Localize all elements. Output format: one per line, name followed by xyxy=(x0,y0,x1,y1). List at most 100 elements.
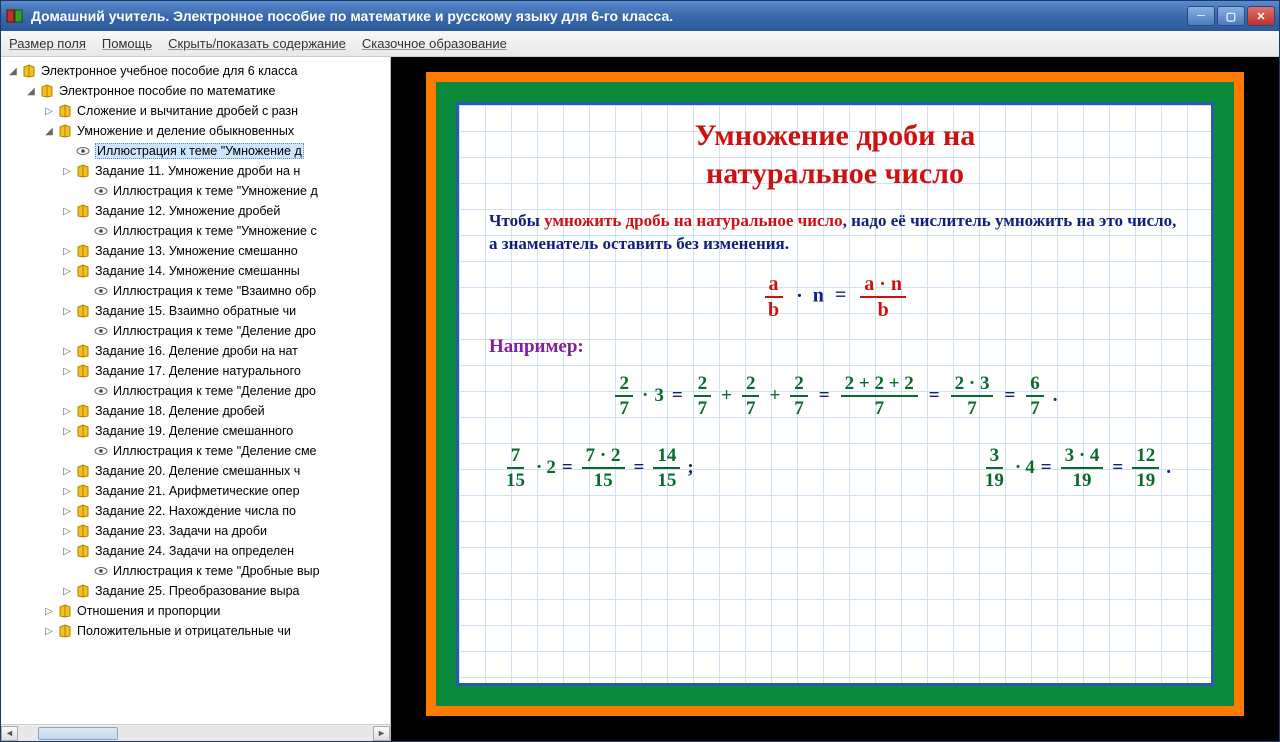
toc-h-scrollbar[interactable]: ◄ ► xyxy=(1,724,390,741)
book-icon xyxy=(75,303,91,319)
tree-item[interactable]: ▷Задание 20. Деление смешанных ч xyxy=(5,461,390,481)
expand-icon[interactable]: ▷ xyxy=(61,366,73,377)
expand-icon[interactable]: ▷ xyxy=(61,526,73,537)
book-icon xyxy=(21,63,37,79)
tree-item-label: Задание 15. Взаимно обратные чи xyxy=(95,304,296,318)
tree-item[interactable]: ▷ Задание 24. Задачи на определен xyxy=(5,541,390,561)
book-icon xyxy=(57,123,73,139)
expand-icon[interactable]: ▷ xyxy=(61,466,73,477)
tree-item[interactable]: ▷Задание 12. Умножение дробей xyxy=(5,201,390,221)
tree-item[interactable]: ▷Задание 13. Умножение смешанно xyxy=(5,241,390,261)
tree-item[interactable]: ▷ Задание 16. Деление дроби на нат xyxy=(5,341,390,361)
tree-item-label: Иллюстрация к теме "Деление сме xyxy=(113,444,317,458)
tree-item[interactable]: Иллюстрация к теме "Деление дро xyxy=(5,321,390,341)
expand-icon[interactable]: ▷ xyxy=(61,546,73,557)
scroll-right-button[interactable]: ► xyxy=(373,726,390,741)
example-label: Например: xyxy=(489,336,1181,358)
book-icon xyxy=(57,103,73,119)
book-icon xyxy=(75,423,91,439)
illustration-icon xyxy=(75,143,91,159)
tree-item-label: Задание 22. Нахождение числа по xyxy=(95,504,296,518)
tree-item[interactable]: Иллюстрация к теме "Деление сме xyxy=(5,441,390,461)
tree-item-label: Задание 17. Деление натурального xyxy=(95,364,301,378)
expand-icon[interactable]: ▷ xyxy=(61,406,73,417)
book-icon xyxy=(75,403,91,419)
illustration-icon xyxy=(93,283,109,299)
toc-panel: ◢Электронное учебное пособие для 6 класс… xyxy=(1,57,391,741)
tree-item[interactable]: Иллюстрация к теме "Деление дро xyxy=(5,381,390,401)
collapse-icon[interactable]: ◢ xyxy=(25,86,37,97)
expand-icon[interactable]: ▷ xyxy=(61,206,73,217)
scroll-track[interactable] xyxy=(18,726,373,741)
tree-item[interactable]: ▷Сложение и вычитание дробей с разн xyxy=(5,101,390,121)
tree-item-label: Отношения и пропорции xyxy=(77,604,220,618)
menu-toggle-toc[interactable]: Скрыть/показать содержание xyxy=(168,36,346,51)
window-controls: ─ ▢ ✕ xyxy=(1187,6,1275,26)
rule-highlight: умножить дробь на натуральное число xyxy=(544,211,842,230)
tree-item-label: Задание 21. Арифметические опер xyxy=(95,484,300,498)
minimize-button[interactable]: ─ xyxy=(1187,6,1215,26)
tree-item[interactable]: Иллюстрация к теме "Умножение д xyxy=(5,181,390,201)
tree-item[interactable]: ▷ Задание 22. Нахождение числа по xyxy=(5,501,390,521)
book-icon xyxy=(75,363,91,379)
tree-item[interactable]: ▷ Задание 15. Взаимно обратные чи xyxy=(5,301,390,321)
tree-item-label: Задание 16. Деление дроби на нат xyxy=(95,344,298,358)
menu-help[interactable]: Помощь xyxy=(102,36,152,51)
tree-item-label: Иллюстрация к теме "Деление дро xyxy=(113,324,316,338)
close-button[interactable]: ✕ xyxy=(1247,6,1275,26)
tree-item[interactable]: ▷Задание 23. Задачи на дроби xyxy=(5,521,390,541)
tree-item-label: Задание 24. Задачи на определен xyxy=(95,544,294,558)
tree-item[interactable]: ▷Задание 19. Деление смешанного xyxy=(5,421,390,441)
illustration-icon xyxy=(93,563,109,579)
expand-icon[interactable]: ▷ xyxy=(43,106,55,117)
scroll-thumb[interactable] xyxy=(38,727,118,740)
tree-item[interactable]: ▷ Отношения и пропорции xyxy=(5,601,390,621)
expand-icon[interactable]: ▷ xyxy=(61,306,73,317)
tree-item[interactable]: ▷ Задание 17. Деление натурального xyxy=(5,361,390,381)
tree-item[interactable]: ▷Задание 18. Деление дробей xyxy=(5,401,390,421)
expand-icon[interactable]: ▷ xyxy=(61,506,73,517)
tree-item[interactable]: Иллюстрация к теме "Взаимно обр xyxy=(5,281,390,301)
tree-item[interactable]: Иллюстрация к теме "Дробные выр xyxy=(5,561,390,581)
illustration-icon xyxy=(93,383,109,399)
tree-item[interactable]: Иллюстрация к теме "Умножение д xyxy=(5,141,390,161)
illustration-icon xyxy=(93,183,109,199)
tree-item[interactable]: ◢Умножение и деление обыкновенных xyxy=(5,121,390,141)
expand-icon[interactable]: ▷ xyxy=(61,586,73,597)
collapse-icon[interactable]: ◢ xyxy=(43,126,55,137)
expand-icon[interactable]: ▷ xyxy=(43,626,55,637)
collapse-icon[interactable]: ◢ xyxy=(7,66,19,77)
expand-icon[interactable]: ▷ xyxy=(61,266,73,277)
tree-item[interactable]: ◢Электронное пособие по математике xyxy=(5,81,390,101)
slide-title-line2: натуральное число xyxy=(706,157,964,190)
expand-icon[interactable]: ▷ xyxy=(61,166,73,177)
tree-item-label: Иллюстрация к теме "Дробные выр xyxy=(113,564,320,578)
book-icon xyxy=(75,203,91,219)
window-title: Домашний учитель. Электронное пособие по… xyxy=(31,8,1187,24)
tree-item-label: Иллюстрация к теме "Умножение д xyxy=(95,143,304,159)
maximize-button[interactable]: ▢ xyxy=(1217,6,1245,26)
book-icon xyxy=(75,263,91,279)
book-icon xyxy=(75,343,91,359)
tree-item[interactable]: ▷Положительные и отрицательные чи xyxy=(5,621,390,641)
expand-icon[interactable]: ▷ xyxy=(61,246,73,257)
slide-title: Умножение дроби на натуральное число xyxy=(489,117,1181,192)
expand-icon[interactable]: ▷ xyxy=(43,606,55,617)
toc-tree[interactable]: ◢Электронное учебное пособие для 6 класс… xyxy=(1,57,390,724)
expand-icon[interactable]: ▷ xyxy=(61,346,73,357)
scroll-left-button[interactable]: ◄ xyxy=(1,726,18,741)
expand-icon[interactable]: ▷ xyxy=(61,426,73,437)
tree-item[interactable]: ▷ Задание 21. Арифметические опер xyxy=(5,481,390,501)
book-icon xyxy=(75,163,91,179)
tree-item[interactable]: ▷Задание 14. Умножение смешанны xyxy=(5,261,390,281)
tree-item[interactable]: ▷Задание 25. Преобразование выра xyxy=(5,581,390,601)
menu-fairy-edu[interactable]: Сказочное образование xyxy=(362,36,507,51)
menu-field-size[interactable]: Размер поля xyxy=(9,36,86,51)
expand-icon[interactable]: ▷ xyxy=(61,486,73,497)
tree-item[interactable]: ◢Электронное учебное пособие для 6 класс… xyxy=(5,61,390,81)
formula-a: a xyxy=(765,274,783,298)
tree-item[interactable]: ▷Задание 11. Умножение дроби на н xyxy=(5,161,390,181)
example-1: 27 ·3 = 27 + 27 + 27 = 2 + 2 + 27 = xyxy=(489,374,1181,418)
titlebar[interactable]: Домашний учитель. Электронное пособие по… xyxy=(1,1,1279,31)
tree-item[interactable]: Иллюстрация к теме "Умножение с xyxy=(5,221,390,241)
